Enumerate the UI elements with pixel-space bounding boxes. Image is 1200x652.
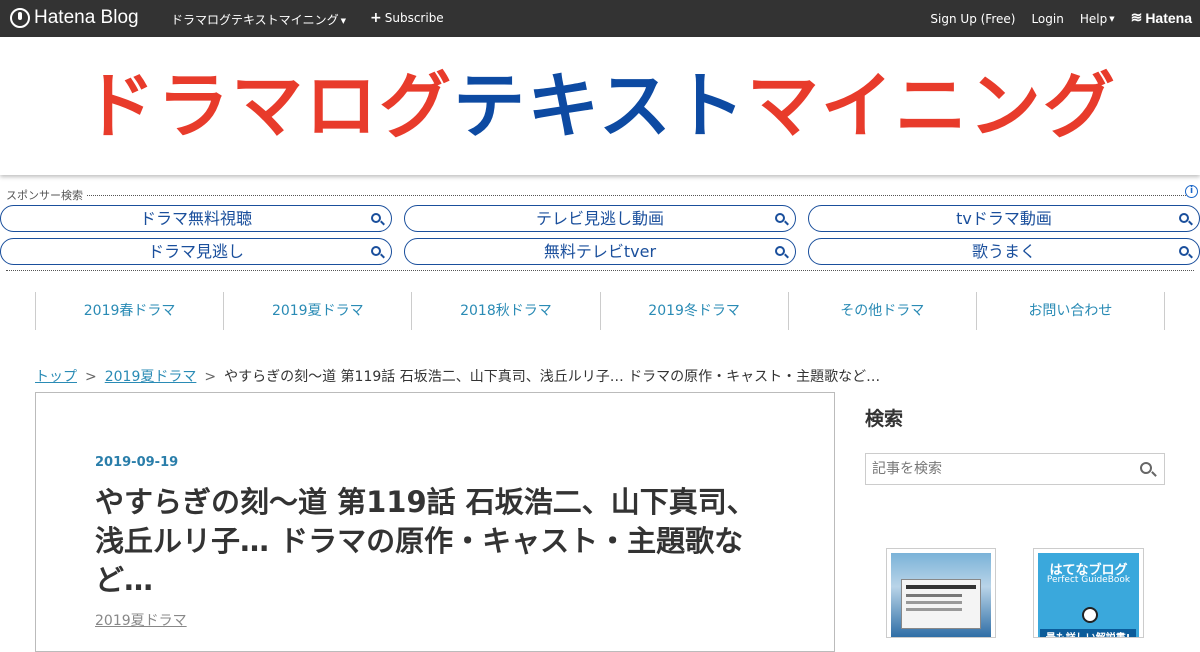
hatena-logo-icon [1082, 607, 1098, 623]
nav-item-2018-autumn[interactable]: 2018秋ドラマ [411, 292, 599, 330]
signup-link[interactable]: Sign Up (Free) [930, 12, 1015, 26]
product-image-guidebook[interactable]: はてなブログ Perfect GuideBook 最も詳しい解説書! [1033, 548, 1144, 638]
search-icon [371, 246, 381, 256]
guidebook-subtitle: Perfect GuideBook [1046, 575, 1131, 585]
sponsor-search-button-label: 歌うまく [971, 242, 1036, 261]
breadcrumb-separator: > [204, 369, 217, 385]
subscribe-button[interactable]: + Subscribe [370, 11, 444, 25]
entry-title[interactable]: やすらぎの刻～道 第119話 石坂浩二、山下真司、浅丘ルリ子… ドラマの原作・キ… [95, 483, 775, 600]
blog-menu-dropdown[interactable]: ドラマログテキストマイニング ▼ [171, 11, 346, 28]
sponsor-search-button[interactable]: ドラマ無料視聴 [0, 205, 392, 232]
sponsor-search-button-label: tvドラマ動画 [956, 209, 1052, 228]
sponsor-search-button-label: テレビ見逃し動画 [535, 209, 664, 228]
help-dropdown[interactable]: Help ▼ [1080, 12, 1115, 26]
hatena-topbar: Hatena Blog ドラマログテキストマイニング ▼ + Subscribe … [0, 0, 1200, 37]
login-link[interactable]: Login [1031, 12, 1063, 26]
breadcrumb-current: やすらぎの刻～道 第119話 石坂浩二、山下真司、浅丘ルリ子… ドラマの原作・キ… [224, 369, 881, 385]
hatena-feather-icon: ≋ [1130, 9, 1143, 25]
search-input[interactable] [866, 454, 1164, 484]
search-icon [371, 213, 381, 223]
global-nav: 2019春ドラマ 2019夏ドラマ 2018秋ドラマ 2019冬ドラマ その他ド… [35, 292, 1166, 330]
sponsor-search-button[interactable]: 無料テレビtver [404, 238, 796, 265]
search-icon [775, 246, 785, 256]
hatena-blog-logo[interactable]: Hatena Blog [10, 7, 139, 29]
plus-icon: + [370, 10, 382, 26]
search-icon [1179, 213, 1189, 223]
entry-article: 2019-09-19 やすらぎの刻～道 第119話 石坂浩二、山下真司、浅丘ルリ… [35, 392, 835, 652]
sponsor-search-button-label: ドラマ見逃し [147, 242, 244, 261]
blog-title-banner[interactable]: ドラマログテキストマイニング [0, 61, 1200, 151]
sidebar-search-title: 検索 [865, 408, 904, 430]
breadcrumb-top-link[interactable]: トップ [35, 369, 77, 385]
subscribe-label: Subscribe [384, 11, 444, 25]
search-icon [775, 213, 785, 223]
blog-menu-label: ドラマログテキストマイニング [171, 13, 339, 27]
breadcrumb-category-link[interactable]: 2019夏ドラマ [105, 369, 197, 385]
sidebar-search-form [865, 453, 1165, 485]
sponsor-search-button-label: ドラマ無料視聴 [139, 209, 252, 228]
blog-title-part3: マイニング [746, 64, 1117, 148]
search-icon[interactable] [1140, 462, 1152, 474]
product-image-bottle[interactable] [886, 548, 996, 638]
sponsor-search-button[interactable]: ドラマ見逃し [0, 238, 392, 265]
sponsor-search-button[interactable]: テレビ見逃し動画 [404, 205, 796, 232]
nav-item-contact[interactable]: お問い合わせ [975, 292, 1166, 330]
blog-title-part2: テキスト [453, 64, 747, 148]
entry-category-link[interactable]: 2019夏ドラマ [95, 610, 187, 630]
nav-item-2019-summer[interactable]: 2019夏ドラマ [223, 292, 411, 330]
blog-title-part1: ドラマログ [83, 64, 454, 148]
caret-down-icon: ▼ [1109, 15, 1115, 23]
guidebook-cover: はてなブログ Perfect GuideBook 最も詳しい解説書! [1038, 553, 1139, 637]
entry-date[interactable]: 2019-09-19 [95, 455, 178, 470]
product-label [901, 579, 981, 629]
caret-down-icon: ▼ [340, 16, 347, 25]
hatena-blog-logo-icon [10, 8, 30, 28]
sponsor-search-button[interactable]: tvドラマ動画 [808, 205, 1200, 232]
blog-header: ドラマログテキストマイニング [0, 37, 1200, 175]
nav-item-2019-winter[interactable]: 2019冬ドラマ [599, 292, 788, 330]
dotted-divider [6, 195, 1188, 196]
product-bottle-illustration [891, 553, 991, 637]
breadcrumb: トップ >2019夏ドラマ > やすらぎの刻～道 第119話 石坂浩二、山下真司、浅丘… [35, 366, 880, 386]
breadcrumb-separator: > [85, 369, 97, 385]
sponsor-search-button[interactable]: 歌うまく [808, 238, 1200, 265]
dotted-divider [6, 270, 1194, 271]
hatena-logo-text: Hatena [1145, 9, 1192, 26]
search-icon [1179, 246, 1189, 256]
guidebook-tagline: 最も詳しい解説書! [1040, 629, 1136, 637]
hatena-blog-brand: Hatena Blog [34, 7, 139, 28]
nav-item-2019-spring[interactable]: 2019春ドラマ [35, 292, 223, 330]
info-icon[interactable]: i [1185, 185, 1198, 198]
sponsor-search: スポンサー検索 i ドラマ無料視聴 テレビ見逃し動画 tvドラマ動画 ドラマ見逃… [0, 185, 1200, 273]
hatena-logo[interactable]: ≋ Hatena [1131, 9, 1192, 26]
sponsor-search-button-label: 無料テレビtver [543, 242, 657, 261]
nav-item-other-drama[interactable]: その他ドラマ [787, 292, 976, 330]
sponsor-search-label: スポンサー検索 [6, 187, 87, 203]
help-label: Help [1079, 11, 1108, 26]
